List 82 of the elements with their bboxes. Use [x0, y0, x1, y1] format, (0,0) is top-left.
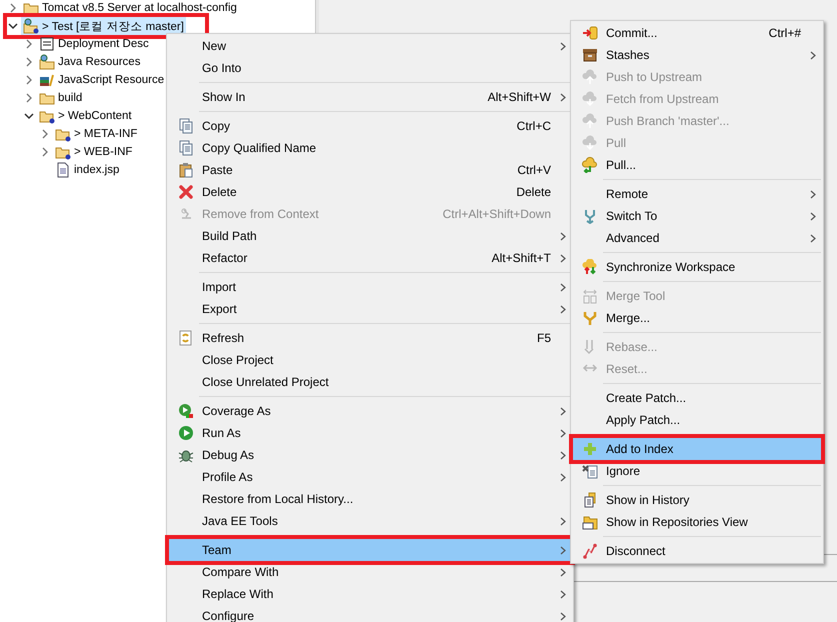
books-icon — [39, 72, 55, 88]
menu-item[interactable]: Create Patch... — [573, 387, 821, 409]
menu-item[interactable]: Synchronize Workspace — [573, 256, 821, 278]
java-resources-icon — [39, 54, 55, 70]
menu-item[interactable]: Commit... Ctrl+# — [573, 22, 821, 44]
tree-item[interactable]: Java Resources — [37, 53, 142, 71]
menu-item[interactable]: Disconnect — [573, 540, 821, 562]
cloud-download-icon — [582, 135, 598, 151]
play-icon — [178, 425, 194, 441]
ignore-icon — [582, 463, 598, 479]
documents-icon — [178, 140, 194, 156]
menu-item[interactable]: Advanced — [573, 227, 821, 249]
tree-item[interactable]: > META-INF — [53, 125, 140, 143]
menu-item[interactable]: Close Project — [169, 349, 571, 371]
menu-item[interactable]: Restore from Local History... — [169, 488, 571, 510]
coverage-icon — [178, 403, 194, 419]
menu-item[interactable]: Replace With — [169, 583, 571, 605]
documents-icon — [178, 118, 194, 134]
menu-item[interactable]: Copy Ctrl+C — [169, 115, 571, 137]
menu-item[interactable]: Show in Repositories View — [573, 511, 821, 533]
cloud-download-icon — [582, 91, 598, 107]
chevron-right-icon[interactable] — [25, 57, 33, 67]
tree-item[interactable]: index.jsp — [53, 161, 122, 179]
tree-item[interactable]: > WEB-INF — [53, 143, 134, 161]
menu-item[interactable]: Import — [169, 276, 571, 298]
commit-icon — [582, 25, 598, 41]
merge-icon — [582, 310, 598, 326]
menu-item[interactable]: Refactor Alt+Shift+T — [169, 247, 571, 269]
refresh-icon — [178, 330, 194, 346]
tree-item[interactable]: > Test [로컬 저장소 master] — [21, 17, 186, 35]
descriptor-icon — [39, 36, 55, 52]
cross-icon — [178, 184, 194, 200]
menu-item[interactable]: Build Path — [169, 225, 571, 247]
menu-item[interactable]: Debug As — [169, 444, 571, 466]
menu-item[interactable]: Show In Alt+Shift+W — [169, 86, 571, 108]
chevron-right-icon[interactable] — [41, 129, 49, 139]
chevron-right-icon[interactable] — [25, 93, 33, 103]
menu-item[interactable]: Coverage As — [169, 400, 571, 422]
chevron-down-icon[interactable] — [24, 112, 34, 120]
menu-item[interactable]: Show in History — [573, 489, 821, 511]
menu-item[interactable]: Run As — [169, 422, 571, 444]
project-icon — [23, 18, 39, 34]
cloud-upload-icon — [582, 113, 598, 129]
menu-item[interactable]: Switch To — [573, 205, 821, 227]
chevron-right-icon[interactable] — [9, 3, 17, 13]
tree-item[interactable]: Deployment Desc — [37, 35, 151, 53]
menu-item[interactable]: New — [169, 35, 571, 57]
menu-item[interactable]: Pull... — [573, 154, 821, 176]
clipboard-icon — [178, 162, 194, 178]
menu-item[interactable]: Copy Qualified Name — [169, 137, 571, 159]
chest-icon — [582, 47, 598, 63]
chevron-right-icon[interactable] — [25, 75, 33, 85]
file-icon — [55, 162, 71, 178]
tree-item[interactable]: build — [37, 89, 84, 107]
menu-item[interactable]: Export — [169, 298, 571, 320]
menu-item[interactable]: Compare With — [169, 561, 571, 583]
menu-item[interactable]: Paste Ctrl+V — [169, 159, 571, 181]
cloud-pull-icon — [582, 157, 598, 173]
disconnect-icon — [582, 543, 598, 559]
menu-item[interactable]: Refresh F5 — [169, 327, 571, 349]
menu-item[interactable]: Merge... — [573, 307, 821, 329]
chevron-down-icon[interactable] — [8, 22, 18, 30]
menu-item[interactable]: Remote — [573, 183, 821, 205]
cloud-sync-icon — [582, 259, 598, 275]
menu-item[interactable]: Close Unrelated Project — [169, 371, 571, 393]
plus-icon — [582, 441, 598, 457]
repository-folder-icon — [582, 514, 598, 530]
cloud-upload-icon — [582, 69, 598, 85]
menu-item[interactable]: Stashes — [573, 44, 821, 66]
tree-item[interactable]: > WebContent — [37, 107, 134, 125]
menu-item[interactable]: Ignore — [573, 460, 821, 482]
merge-tool-icon — [582, 288, 598, 304]
chevron-right-icon[interactable] — [25, 39, 33, 49]
menu-item[interactable]: Java EE Tools — [169, 510, 571, 532]
menu-item[interactable]: Delete Delete — [169, 181, 571, 203]
tree-item[interactable]: Tomcat v8.5 Server at localhost-config — [21, 0, 239, 17]
history-icon — [582, 492, 598, 508]
chevron-right-icon[interactable] — [41, 147, 49, 157]
menu-item[interactable]: Profile As — [169, 466, 571, 488]
menu-item[interactable]: Go Into — [169, 57, 571, 79]
menu-item[interactable]: Apply Patch... — [573, 409, 821, 431]
tree-item[interactable]: JavaScript Resource — [37, 71, 166, 89]
